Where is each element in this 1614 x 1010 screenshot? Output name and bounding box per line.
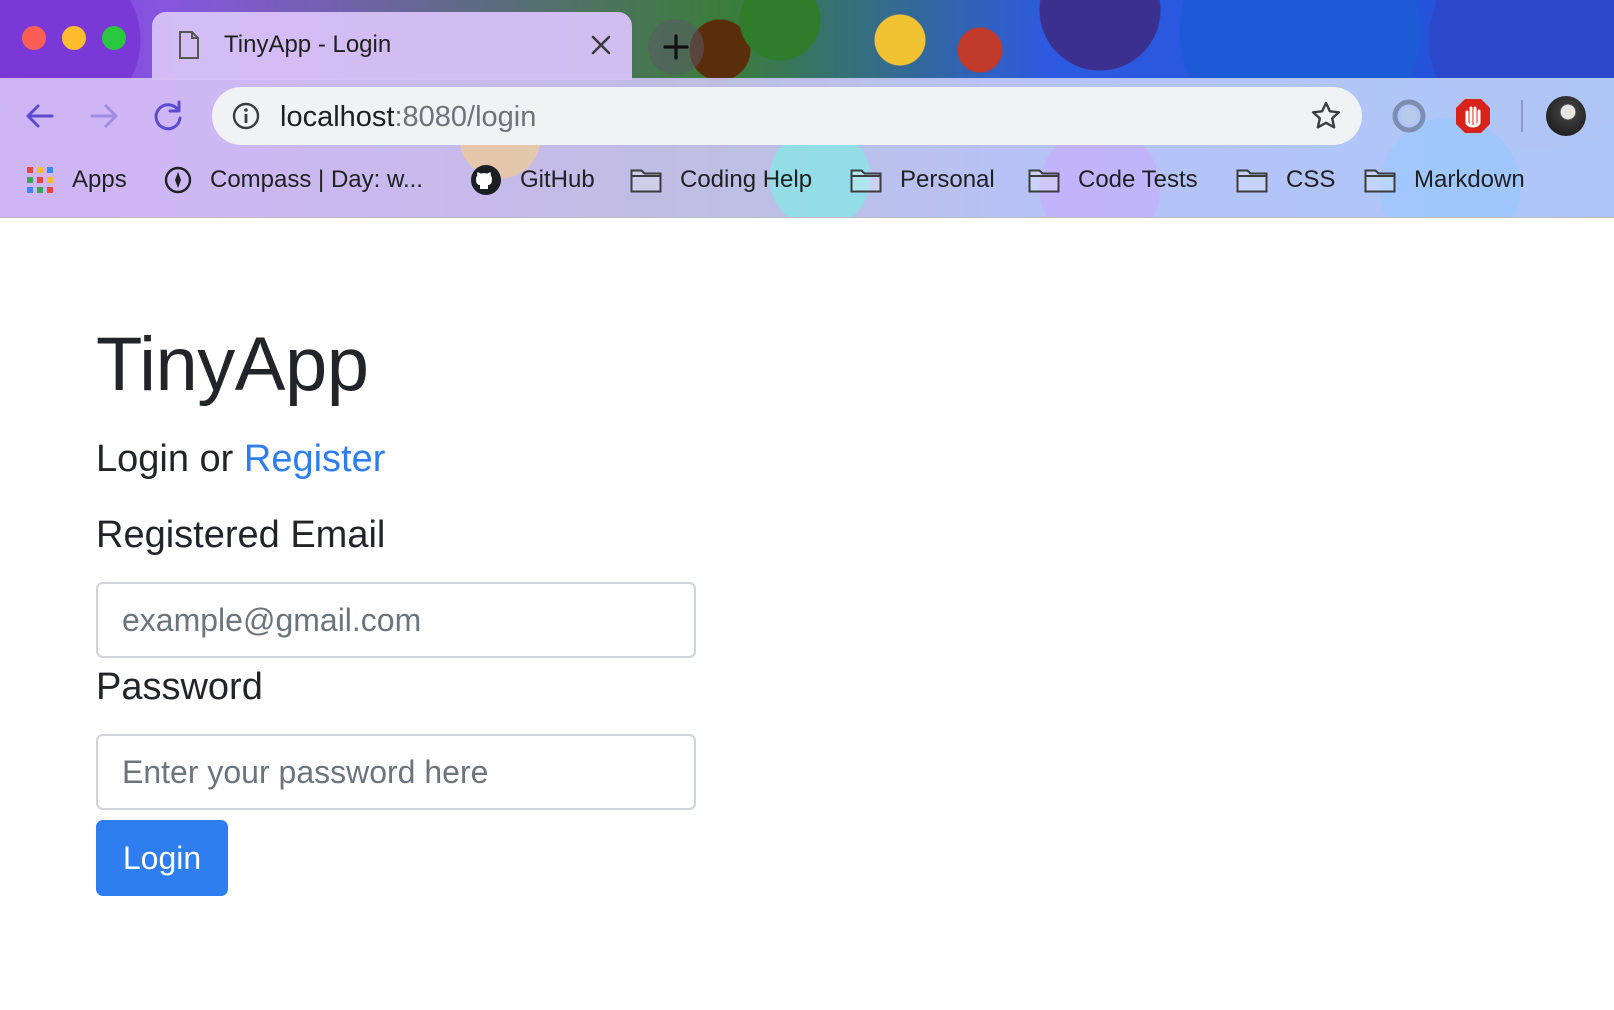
folder-icon — [1236, 169, 1268, 193]
minimize-window-button[interactable] — [62, 26, 86, 50]
url-path: :8080/login — [394, 101, 537, 133]
extension-sync-icon[interactable] — [1390, 97, 1428, 135]
bookmark-github[interactable]: GitHub — [470, 158, 595, 202]
new-tab-button[interactable] — [648, 19, 704, 75]
bookmark-label: Apps — [72, 166, 127, 193]
browser-chrome: TinyApp - Login localhost:8080/login App… — [0, 0, 1614, 218]
toolbar-divider — [1521, 100, 1523, 132]
close-window-button[interactable] — [22, 26, 46, 50]
plus-icon — [663, 34, 689, 60]
bookmark-label: Compass | Day: w... — [210, 166, 423, 193]
profile-avatar[interactable] — [1546, 96, 1586, 136]
maximize-window-button[interactable] — [102, 26, 126, 50]
tab-tinyapp-login[interactable]: TinyApp - Login — [152, 12, 632, 80]
login-subtitle: Login or Register — [96, 438, 385, 481]
site-info-icon[interactable] — [232, 102, 260, 130]
password-label: Password — [96, 666, 263, 708]
url-text[interactable]: localhost:8080/login — [280, 101, 536, 134]
apps-grid-icon — [27, 167, 53, 193]
page-icon — [179, 31, 199, 59]
reload-icon[interactable] — [148, 96, 188, 136]
folder-icon — [1028, 169, 1060, 193]
github-icon — [471, 165, 501, 195]
folder-icon — [850, 169, 882, 193]
folder-icon — [630, 169, 662, 193]
register-link[interactable]: Register — [244, 438, 386, 480]
page-title: TinyApp — [96, 322, 369, 407]
bookmark-label: CSS — [1286, 166, 1336, 193]
email-label: Registered Email — [96, 514, 386, 556]
close-tab-icon[interactable] — [588, 32, 614, 58]
subtitle-text: Login or — [96, 438, 244, 480]
compass-icon — [164, 166, 192, 194]
back-arrow-icon[interactable] — [20, 96, 60, 136]
bookmark-label: Markdown — [1414, 166, 1525, 193]
tab-title: TinyApp - Login — [224, 31, 392, 58]
password-field[interactable] — [96, 734, 696, 810]
bookmark-star-icon[interactable] — [1310, 100, 1342, 132]
bookmark-folder-markdown[interactable]: Markdown — [1364, 158, 1525, 202]
bookmark-folder-css[interactable]: CSS — [1236, 158, 1335, 202]
address-bar[interactable]: localhost:8080/login — [212, 87, 1362, 145]
bookmark-label: GitHub — [520, 166, 595, 193]
bookmarks-bar: Apps Compass | Day: w... GitHub Coding H… — [0, 158, 1614, 202]
adblock-hand-icon[interactable] — [1454, 97, 1492, 135]
bookmark-apps[interactable]: Apps — [26, 158, 127, 202]
login-button[interactable]: Login — [96, 820, 228, 896]
bookmark-folder-coding-help[interactable]: Coding Help — [630, 158, 812, 202]
email-field[interactable] — [96, 582, 696, 658]
bookmark-label: Coding Help — [680, 166, 813, 193]
bookmark-folder-code-tests[interactable]: Code Tests — [1028, 158, 1198, 202]
page-content: TinyApp Login or Register Registered Ema… — [0, 218, 1614, 1010]
forward-arrow-icon[interactable] — [84, 96, 124, 136]
bookmark-label: Personal — [900, 166, 995, 193]
url-host: localhost — [280, 101, 395, 133]
folder-icon — [1364, 169, 1396, 193]
bookmark-compass[interactable]: Compass | Day: w... — [164, 158, 423, 202]
bookmark-label: Code Tests — [1078, 166, 1198, 193]
bookmark-folder-personal[interactable]: Personal — [850, 158, 995, 202]
